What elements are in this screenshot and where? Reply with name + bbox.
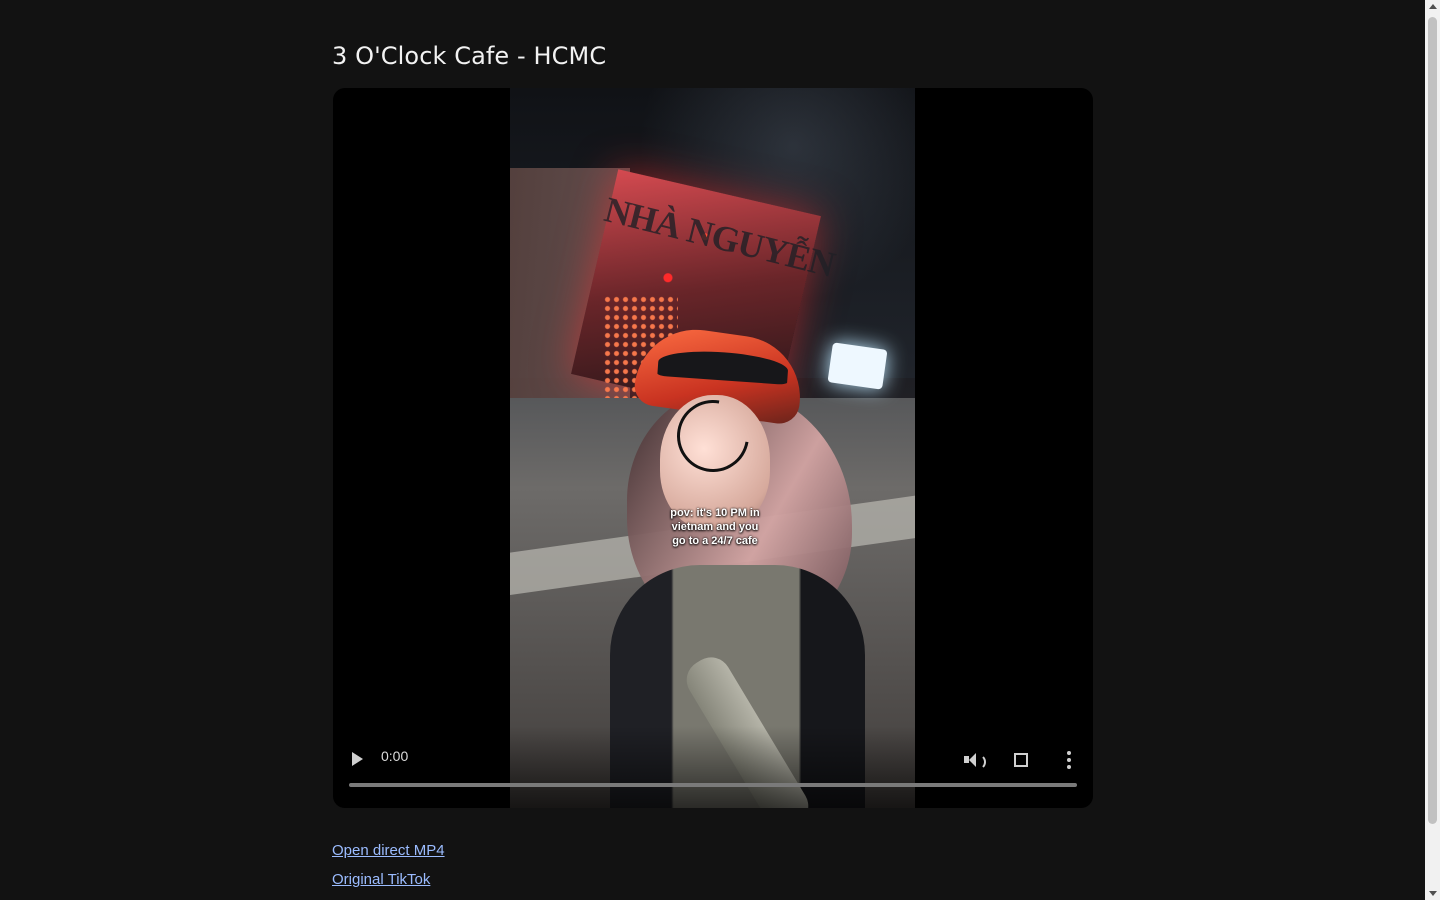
page-scrollbar[interactable]: [1425, 0, 1440, 900]
play-icon: [352, 752, 363, 766]
volume-wave-icon: [976, 754, 986, 770]
video-caption-line-3: go to a 24/7 cafe: [672, 535, 758, 547]
scroll-up-icon[interactable]: [1429, 4, 1437, 9]
video-player[interactable]: NHÀ NGUYỄN pov: it's 10 PM in vietnam an…: [333, 88, 1093, 808]
video-progress-bar[interactable]: [349, 783, 1077, 787]
video-caption-line-2: vietnam and you: [671, 521, 759, 533]
original-tiktok-link[interactable]: Original TikTok: [332, 865, 445, 894]
fullscreen-button[interactable]: [1013, 752, 1029, 768]
scroll-down-icon[interactable]: [1429, 891, 1437, 896]
volume-cone-icon: [969, 753, 976, 767]
video-caption-line-1: pov: it's 10 PM in: [670, 507, 760, 519]
page: 3 O'Clock Cafe - HCMC NHÀ NGUYỄN pov: it…: [0, 0, 1440, 900]
video-links: Open direct MP4 Original TikTok: [332, 836, 445, 894]
more-options-dot-icon: [1067, 765, 1071, 769]
open-direct-mp4-link[interactable]: Open direct MP4: [332, 836, 445, 865]
fullscreen-corner-icon: [1021, 753, 1028, 760]
fullscreen-icon: [1014, 753, 1021, 760]
more-options-dot-icon: [1067, 758, 1071, 762]
video-controls[interactable]: 0:00: [333, 736, 1093, 808]
helmet-visor: [657, 347, 789, 385]
volume-button[interactable]: [962, 751, 986, 770]
fullscreen-corner-icon: [1021, 760, 1028, 767]
play-button[interactable]: [349, 751, 365, 767]
current-time: 0:00: [381, 748, 409, 764]
video-caption: pov: it's 10 PM in vietnam and you go to…: [667, 506, 763, 548]
scrollbar-thumb[interactable]: [1428, 17, 1437, 824]
main-content: 3 O'Clock Cafe - HCMC NHÀ NGUYỄN pov: it…: [332, 36, 1094, 888]
fullscreen-corner-icon: [1014, 760, 1021, 767]
more-options-button[interactable]: [1066, 751, 1072, 769]
more-options-icon: [1067, 751, 1071, 755]
page-title: 3 O'Clock Cafe - HCMC: [332, 42, 607, 70]
